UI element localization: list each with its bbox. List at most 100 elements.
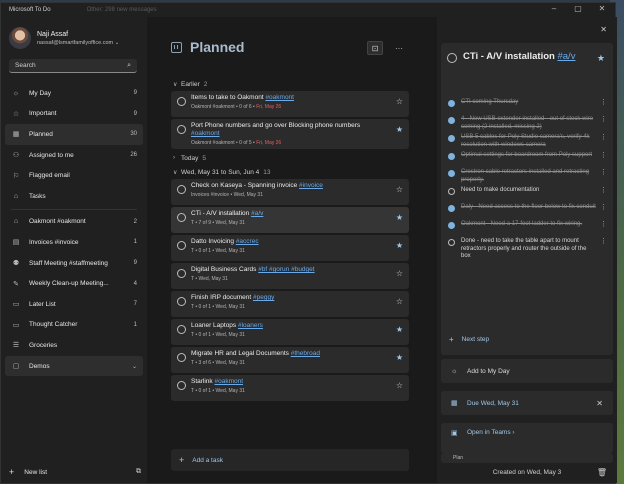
sidebar-item-important[interactable]: ☆ Important 9 (5, 104, 143, 125)
sidebar-item-tasks[interactable]: ⌂ Tasks (5, 186, 143, 207)
sidebar-item-my-day[interactable]: ☼ My Day 9 (5, 83, 143, 104)
step-checkbox[interactable] (448, 222, 455, 229)
step-checkbox[interactable] (448, 170, 455, 177)
detail-title[interactable]: CTi - A/V installation #a/v (463, 51, 591, 63)
group-header[interactable]: › Today 5 (171, 151, 409, 165)
step-checkbox[interactable] (448, 135, 455, 142)
step-item[interactable]: Daly - Need access to the floor below to… (447, 204, 607, 218)
task-item[interactable]: Digital Business Cards #bf #gorun #budge… (171, 263, 409, 289)
step-item[interactable]: USB 5 cables for Poly Studio camera's, v… (447, 134, 607, 149)
sidebar-item-weekly-clean-up-meeting[interactable]: ✎ Weekly Clean-up Meeting... 4 (5, 273, 143, 294)
sidebar-item-groceries[interactable]: ☰ Groceries (5, 335, 143, 356)
task-tag[interactable]: #bf #gorun #budget (258, 266, 314, 273)
open-in-teams-link[interactable]: Open in Teams › (467, 429, 515, 436)
sidebar-item-staff-meeting-staffmeeting[interactable]: ⚉ Staff Meeting #staffmeeting 9 (5, 253, 143, 274)
sidebar-item-thought-catcher[interactable]: ▭ Thought Catcher 1 (5, 315, 143, 336)
sidebar-item-demos[interactable]: ▢ Demos ⌄ (5, 355, 143, 377)
task-item[interactable]: Port Phone numbers and go over Blocking … (171, 119, 409, 149)
star-icon[interactable]: ★ (396, 241, 403, 250)
task-tag[interactable]: #loaners (238, 322, 263, 329)
sidebar-item-assigned-to-me[interactable]: ⚇ Assigned to me 26 (5, 145, 143, 166)
task-checkbox[interactable] (177, 125, 186, 134)
task-tag[interactable]: #oakmont (215, 378, 244, 385)
task-tag[interactable]: #thebroad (291, 350, 320, 357)
step-more-icon[interactable]: ⋮ (600, 134, 607, 142)
star-icon[interactable]: ★ (396, 125, 403, 134)
new-group-icon[interactable]: ⧉ (136, 468, 141, 476)
task-item[interactable]: Datto Invoicing #accrec T • 0 of 1 • Wed,… (171, 235, 409, 261)
step-checkbox[interactable] (448, 100, 455, 107)
star-icon[interactable]: ☆ (396, 185, 403, 194)
add-task-input[interactable]: + Add a task (171, 449, 409, 471)
profile[interactable]: Naji Assaf nassaf@lsmartfamilyoffice.com… (9, 27, 119, 49)
task-checkbox[interactable] (177, 297, 186, 306)
task-tag[interactable]: #accrec (236, 238, 259, 245)
step-more-icon[interactable]: ⋮ (600, 99, 607, 107)
step-item[interactable]: CTI coming Thursday ⋮ (447, 99, 607, 113)
step-checkbox[interactable] (448, 205, 455, 212)
sidebar-item-later-list[interactable]: ▭ Later List 7 (5, 294, 143, 315)
step-more-icon[interactable]: ⋮ (600, 204, 607, 212)
star-icon[interactable]: ★ (396, 325, 403, 334)
due-date-row[interactable]: ▦ Due Wed, May 31 ✕ (441, 391, 613, 415)
sidebar-item-planned[interactable]: ▦ Planned 30 (5, 124, 143, 145)
view-options-button[interactable]: ⊡ (367, 41, 383, 55)
step-item[interactable]: Oakmont - Need a 17-foot ladder to fix w… (447, 221, 607, 235)
remove-due-date-icon[interactable]: ✕ (596, 399, 603, 408)
task-item[interactable]: Finish IRP document #peggy T • 0 of 1 • W… (171, 291, 409, 317)
sidebar-item-flagged-email[interactable]: ⚐ Flagged email (5, 165, 143, 186)
group-header[interactable]: ∨ Earlier 2 (171, 77, 409, 91)
star-icon[interactable]: ☆ (396, 269, 403, 278)
task-checkbox[interactable] (177, 213, 186, 222)
step-more-icon[interactable]: ⋮ (600, 221, 607, 229)
step-more-icon[interactable]: ⋮ (600, 238, 607, 246)
maximize-icon[interactable]: ▢ (573, 4, 583, 13)
minimize-icon[interactable]: – (549, 4, 559, 13)
task-checkbox[interactable] (177, 325, 186, 334)
task-item[interactable]: Loaner Laptops #loaners T • 0 of 1 • Wed,… (171, 319, 409, 345)
step-more-icon[interactable]: ⋮ (600, 169, 607, 177)
more-options-button[interactable]: ··· (391, 41, 407, 55)
step-checkbox[interactable] (448, 117, 455, 124)
task-checkbox[interactable] (177, 269, 186, 278)
next-step-row[interactable]: + Next step (449, 335, 489, 344)
task-item[interactable]: Starlink #oakmont T • 0 of 1 • Wed, May 3… (171, 375, 409, 401)
trash-icon[interactable]: 🗑 (597, 468, 607, 477)
task-tag[interactable]: #oakmont (265, 94, 294, 101)
step-checkbox[interactable] (448, 239, 455, 246)
task-tag[interactable]: #a/v (251, 210, 263, 217)
step-more-icon[interactable]: ⋮ (600, 116, 607, 124)
complete-task-checkbox[interactable] (447, 53, 457, 63)
step-item[interactable]: Done - need to take the table apart to m… (447, 238, 607, 261)
star-icon[interactable]: ☆ (396, 297, 403, 306)
star-icon[interactable]: ☆ (396, 381, 403, 390)
task-checkbox[interactable] (177, 97, 186, 106)
close-detail-icon[interactable]: ✕ (600, 25, 607, 34)
star-icon[interactable]: ★ (396, 213, 403, 222)
task-tag[interactable]: #peggy (253, 294, 274, 301)
search-input[interactable] (15, 62, 128, 69)
star-icon[interactable]: ☆ (396, 97, 403, 106)
step-item[interactable]: Optimal settings for boardroom from Poly… (447, 152, 607, 166)
chevron-down-icon[interactable]: ⌄ (132, 363, 137, 370)
star-icon[interactable]: ★ (597, 53, 605, 64)
task-checkbox[interactable] (177, 185, 186, 194)
task-item[interactable]: Items to take to Oakmont #oakmont Oakmont… (171, 91, 409, 117)
step-more-icon[interactable]: ⋮ (600, 152, 607, 160)
step-item[interactable]: Need to make documentation ⋮ (447, 187, 607, 201)
task-item[interactable]: CTi - A/V installation #a/v T • 7 of 9 • … (171, 207, 409, 233)
step-checkbox[interactable] (448, 188, 455, 195)
task-tag[interactable]: #oakmont (191, 130, 220, 137)
step-item[interactable]: Crestron cable retractors installed and … (447, 169, 607, 184)
sidebar-item-oakmont-oakmont[interactable]: ⌂ Oakmont #oakmont 2 (5, 212, 143, 233)
task-checkbox[interactable] (177, 353, 186, 362)
add-to-my-day-button[interactable]: ☼ Add to My Day (441, 359, 613, 383)
task-tag[interactable]: #invoice (299, 182, 323, 189)
task-item[interactable]: Check on Kaseya - Spanning invoice #invo… (171, 179, 409, 205)
group-header[interactable]: ∨ Wed, May 31 to Sun, Jun 4 13 (171, 165, 409, 179)
search-box[interactable]: ⌕ (9, 59, 137, 73)
task-checkbox[interactable] (177, 381, 186, 390)
step-more-icon[interactable]: ⋮ (600, 187, 607, 195)
new-list-row[interactable]: + New list ⧉ (9, 467, 141, 477)
step-checkbox[interactable] (448, 153, 455, 160)
